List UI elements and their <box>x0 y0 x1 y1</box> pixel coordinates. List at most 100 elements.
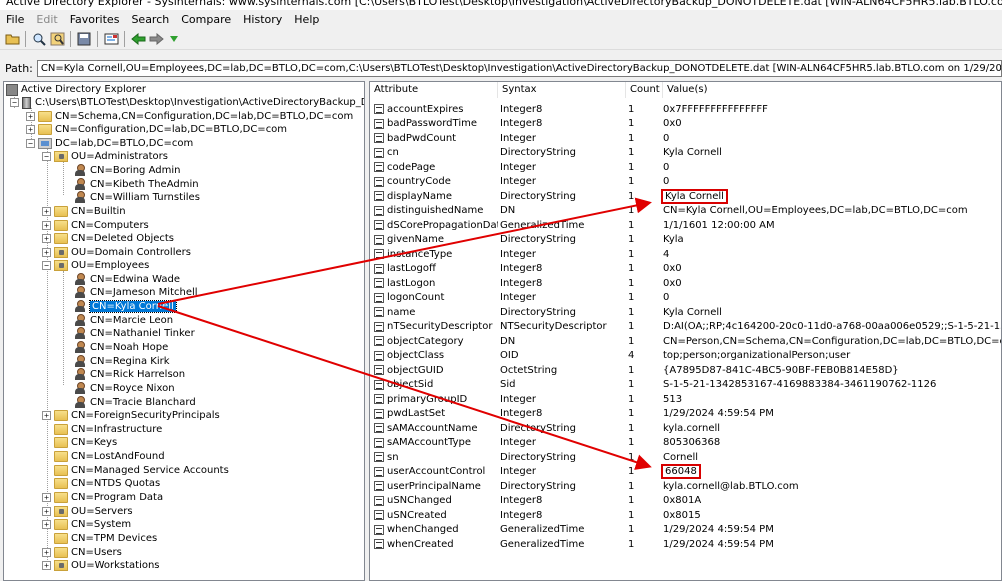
tree-domain[interactable]: − DC=lab,DC=BTLO,DC=com <box>26 137 193 150</box>
table-row[interactable]: logonCount Integer 1 0 <box>370 291 669 306</box>
table-row[interactable]: badPwdCount Integer 1 0 <box>370 131 669 146</box>
table-row[interactable]: primaryGroupID Integer 1 513 <box>370 392 682 407</box>
search-icon[interactable] <box>31 31 47 47</box>
table-row[interactable]: lastLogon Integer8 1 0x0 <box>370 276 682 291</box>
tree-container[interactable]: + CN=Users <box>42 546 122 559</box>
tree-user[interactable]: CN=Boring Admin <box>74 164 180 177</box>
table-row[interactable]: objectSid Sid 1 S-1-5-21-1342853167-4169883… <box>370 378 936 393</box>
menu-favorites[interactable]: Favorites <box>70 13 120 26</box>
tree-root[interactable]: Active Directory Explorer <box>6 83 146 96</box>
expand-icon[interactable]: + <box>42 520 51 529</box>
dropdown-arrow-icon[interactable] <box>166 31 182 47</box>
tree-user[interactable]: CN=Edwina Wade <box>74 273 180 286</box>
table-row[interactable]: pwdLastSet Integer8 1 1/29/2024 4:59:54 PM <box>370 407 774 422</box>
expand-icon[interactable]: + <box>42 234 51 243</box>
table-row[interactable]: badPasswordTime Integer8 1 0x0 <box>370 117 682 132</box>
table-row[interactable]: userPrincipalName DirectoryString 1 kyla.co… <box>370 479 799 494</box>
tree-container[interactable]: + OU=Workstations <box>42 559 160 572</box>
find-user-icon[interactable] <box>49 31 65 47</box>
tree-container[interactable]: + CN=Builtin <box>42 205 126 218</box>
expand-icon[interactable]: + <box>26 112 35 121</box>
tree-container[interactable]: + CN=ForeignSecurityPrincipals <box>42 409 220 422</box>
tree-container[interactable]: + CN=System <box>42 518 131 531</box>
tree-container[interactable]: + CN=Computers <box>42 219 149 232</box>
expand-icon[interactable]: + <box>42 548 51 557</box>
collapse-icon[interactable]: − <box>42 152 51 161</box>
collapse-icon[interactable]: − <box>26 139 35 148</box>
tree-container[interactable]: CN=LostAndFound <box>54 450 165 463</box>
menu-file[interactable]: File <box>6 13 24 26</box>
open-folder-icon[interactable] <box>4 31 20 47</box>
tree-container[interactable]: CN=Keys <box>54 436 117 449</box>
table-row[interactable]: sn DirectoryString 1 Cornell <box>370 450 698 465</box>
table-row[interactable]: countryCode Integer 1 0 <box>370 175 669 190</box>
tree-view[interactable]: Active Directory Explorer − C:\Users\BTLO… <box>3 81 365 581</box>
tree-user[interactable]: CN=Rick Harrelson <box>74 368 185 381</box>
tree-container[interactable]: CN=TPM Devices <box>54 532 157 545</box>
collapse-icon[interactable]: − <box>42 261 51 270</box>
menu-compare[interactable]: Compare <box>181 13 231 26</box>
tree-container[interactable]: + CN=Deleted Objects <box>42 232 174 245</box>
menu-history[interactable]: History <box>243 13 282 26</box>
table-row[interactable]: dSCorePropagationData GeneralizedTime 1 1/1… <box>370 218 775 233</box>
tree-container[interactable]: CN=NTDS Quotas <box>54 477 160 490</box>
table-row[interactable]: objectCategory DN 1 CN=Person,CN=Schema,CN=… <box>370 334 1001 349</box>
save-icon[interactable] <box>76 31 92 47</box>
table-row[interactable]: sAMAccountType Integer 1 805306368 <box>370 436 720 451</box>
tree-container[interactable]: CN=Infrastructure <box>54 423 162 436</box>
table-row[interactable]: userAccountControl Integer 1 66048 <box>370 464 701 480</box>
tree-container[interactable]: + CN=Program Data <box>42 491 163 504</box>
table-row[interactable]: accountExpires Integer8 1 0x7FFFFFFFFFFFFFF… <box>370 102 768 117</box>
attribute-list[interactable]: Attribute Syntax Count Value(s) accountE… <box>369 81 1002 581</box>
table-row[interactable]: instanceType Integer 1 4 <box>370 247 669 262</box>
menu-edit[interactable]: Edit <box>36 13 57 26</box>
tree-user[interactable]: CN=Noah Hope <box>74 341 168 354</box>
table-row[interactable]: distinguishedName DN 1 CN=Kyla Cornell,OU=E… <box>370 204 968 219</box>
back-arrow-icon[interactable] <box>130 31 146 47</box>
tree-employees[interactable]: − OU=Employees <box>42 259 149 272</box>
tree-configuration[interactable]: + CN=Configuration,DC=lab,DC=BTLO,DC=com <box>26 123 287 136</box>
expand-icon[interactable]: + <box>42 207 51 216</box>
menu-help[interactable]: Help <box>294 13 319 26</box>
table-row[interactable]: objectGUID OctetString 1 {A7895D87-841C-4BC… <box>370 363 899 378</box>
table-row[interactable]: uSNCreated Integer8 1 0x8015 <box>370 508 701 523</box>
table-row[interactable]: objectClass OID 4 top;person;organizational… <box>370 349 850 364</box>
tree-user[interactable]: CN=Nathaniel Tinker <box>74 327 195 340</box>
expand-icon[interactable]: + <box>26 125 35 134</box>
table-row[interactable]: name DirectoryString 1 Kyla Cornell <box>370 305 722 320</box>
expand-icon[interactable]: + <box>42 411 51 420</box>
column-header-attribute[interactable]: Attribute <box>370 82 498 98</box>
table-row[interactable]: displayName DirectoryString 1 Kyla Cornell <box>370 188 728 204</box>
table-row[interactable]: cn DirectoryString 1 Kyla Cornell <box>370 146 722 161</box>
tree-user[interactable]: CN=William Turnstiles <box>74 191 200 204</box>
table-row[interactable]: nTSecurityDescriptor NTSecurityDescriptor… <box>370 320 1001 335</box>
table-row[interactable]: uSNChanged Integer8 1 0x801A <box>370 494 701 509</box>
tree-container[interactable]: + OU=Servers <box>42 505 133 518</box>
column-header-syntax[interactable]: Syntax <box>498 82 626 98</box>
table-row[interactable]: givenName DirectoryString 1 Kyla <box>370 233 684 248</box>
tree-user[interactable]: CN=Marcie Leon <box>74 314 173 327</box>
table-row[interactable]: whenChanged GeneralizedTime 1 1/29/2024 4:5… <box>370 523 774 538</box>
properties-icon[interactable] <box>103 31 119 47</box>
column-header-count[interactable]: Count <box>626 82 663 98</box>
collapse-icon[interactable]: − <box>10 98 19 107</box>
tree-user[interactable]: CN=Tracie Blanchard <box>74 396 196 409</box>
tree-user[interactable]: CN=Jameson Mitchell <box>74 286 198 299</box>
expand-icon[interactable]: + <box>42 248 51 257</box>
table-row[interactable]: whenCreated GeneralizedTime 1 1/29/2024 4:5… <box>370 537 774 552</box>
column-header-values[interactable]: Value(s) <box>663 82 1001 98</box>
tree-user-selected[interactable]: CN=Kyla Cornell <box>74 300 177 313</box>
path-field[interactable]: CN=Kyla Cornell,OU=Employees,DC=lab,DC=B… <box>36 59 1002 77</box>
expand-icon[interactable]: + <box>42 507 51 516</box>
tree-administrators[interactable]: − OU=Administrators <box>42 150 168 163</box>
tree-container[interactable]: + OU=Domain Controllers <box>42 246 191 259</box>
tree-user[interactable]: CN=Royce Nixon <box>74 382 175 395</box>
expand-icon[interactable]: + <box>42 493 51 502</box>
expand-icon[interactable]: + <box>42 561 51 570</box>
tree-user[interactable]: CN=Kibeth TheAdmin <box>74 178 199 191</box>
table-row[interactable]: codePage Integer 1 0 <box>370 160 669 175</box>
tree-user[interactable]: CN=Regina Kirk <box>74 355 170 368</box>
menu-search[interactable]: Search <box>131 13 169 26</box>
tree-container[interactable]: CN=Managed Service Accounts <box>54 464 229 477</box>
tree-schema[interactable]: + CN=Schema,CN=Configuration,DC=lab,DC=BT… <box>26 110 353 123</box>
